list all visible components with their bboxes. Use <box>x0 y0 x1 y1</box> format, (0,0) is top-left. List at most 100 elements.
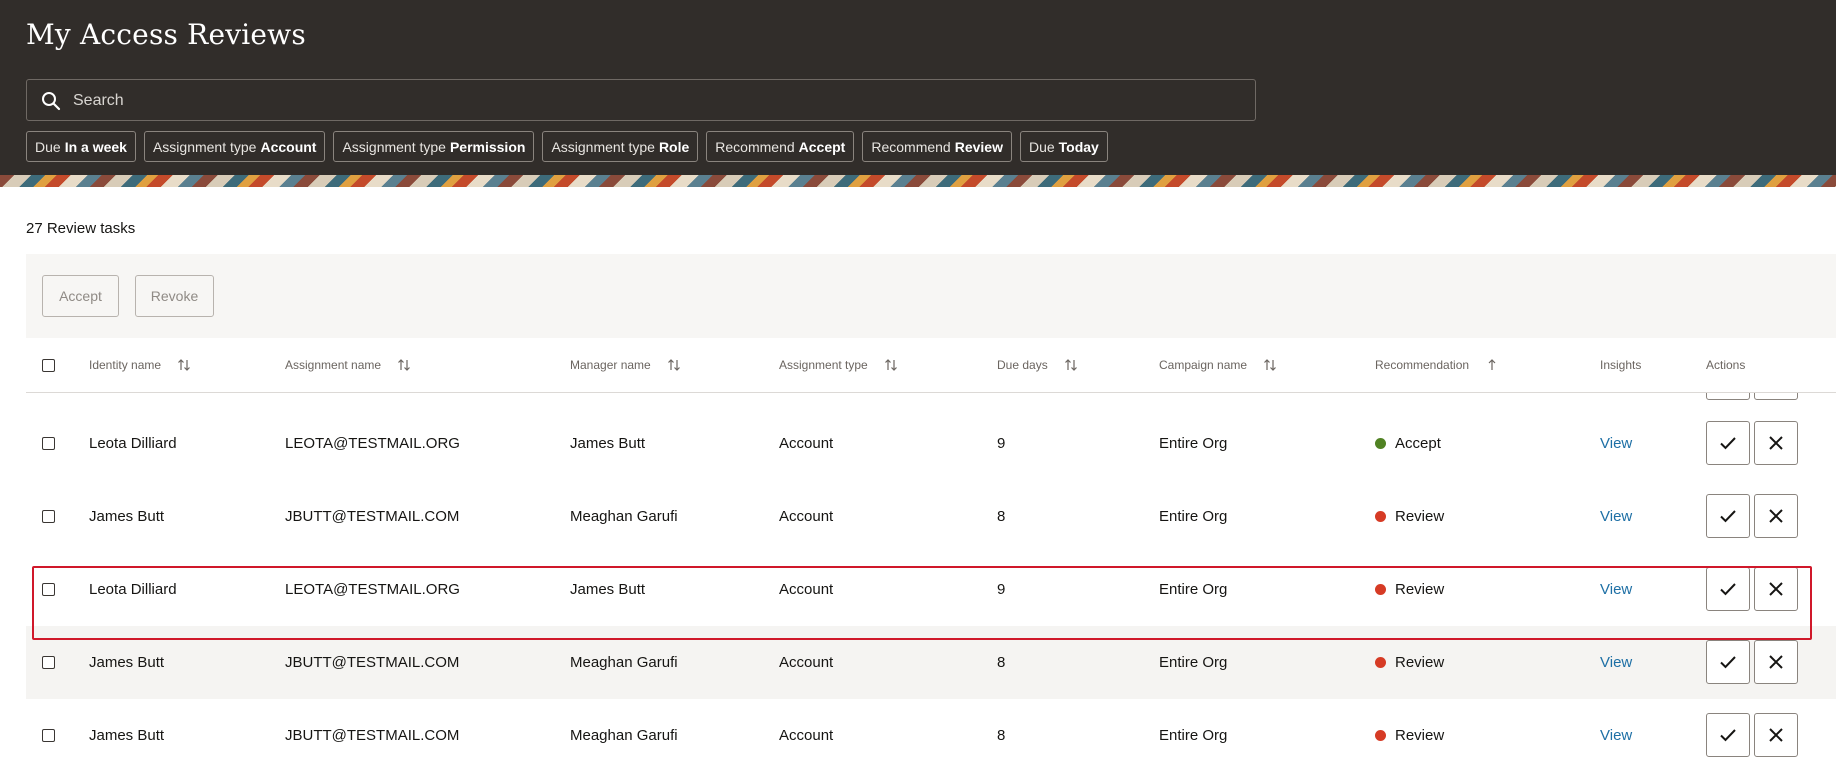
table-row[interactable]: James Butt JBUTT@TESTMAIL.COM Meaghan Ga… <box>26 626 1836 699</box>
insights-view-link[interactable]: View <box>1600 407 1632 480</box>
sort-icon[interactable] <box>1263 358 1277 372</box>
column-header-recommendation[interactable]: Recommendation <box>1375 338 1499 392</box>
table-row[interactable]: Leota Dilliard LEOTA@TESTMAIL.ORG James … <box>26 407 1836 480</box>
table-row-highlighted[interactable]: Leota Dilliard LEOTA@TESTMAIL.ORG James … <box>26 553 1836 626</box>
chip-value: Review <box>954 138 1003 155</box>
row-checkbox[interactable] <box>42 656 55 669</box>
table-header: Identity name Assignment name Manager na… <box>26 338 1836 393</box>
status-dot-review <box>1375 511 1386 522</box>
status-dot-accept <box>1375 438 1386 449</box>
sort-ascending-icon[interactable] <box>1485 358 1499 372</box>
table-row-partial <box>26 392 1836 407</box>
bulk-accept-button[interactable]: Accept <box>42 275 119 317</box>
row-revoke-button[interactable] <box>1754 713 1798 757</box>
chip-value: Today <box>1058 138 1099 155</box>
chip-prefix: Due <box>35 138 61 155</box>
status-dot-review <box>1375 657 1386 668</box>
insights-view-link[interactable]: View <box>1600 699 1632 772</box>
close-icon <box>1769 728 1783 742</box>
column-header-identity[interactable]: Identity name <box>89 338 191 392</box>
row-accept-button[interactable] <box>1706 421 1750 465</box>
column-label: Actions <box>1706 358 1746 372</box>
checkmark-icon <box>1720 729 1736 742</box>
page-header: My Access Reviews Due In a week Assignme… <box>0 0 1836 175</box>
status-dot-review <box>1375 584 1386 595</box>
assignment-name: LEOTA@TESTMAIL.ORG <box>285 581 460 598</box>
recommendation: Review <box>1375 699 1444 772</box>
close-icon <box>1769 582 1783 596</box>
row-revoke-button[interactable] <box>1754 494 1798 538</box>
insights-view-link[interactable]: View <box>1600 480 1632 553</box>
table-row[interactable]: James Butt JBUTT@TESTMAIL.COM Meaghan Ga… <box>26 699 1836 772</box>
filter-chip-recommend-review[interactable]: Recommend Review <box>862 131 1012 162</box>
sort-icon[interactable] <box>397 358 411 372</box>
column-header-due-days[interactable]: Due days <box>997 338 1078 392</box>
filter-chip-type-account[interactable]: Assignment type Account <box>143 131 326 162</box>
checkmark-icon <box>1720 437 1736 450</box>
row-checkbox[interactable] <box>42 583 55 596</box>
search-box[interactable] <box>26 79 1256 122</box>
row-accept-button[interactable] <box>1706 640 1750 684</box>
insights-view-link[interactable]: View <box>1600 553 1632 626</box>
filter-chip-type-permission[interactable]: Assignment type Permission <box>333 131 535 162</box>
recommendation-label: Review <box>1395 654 1445 671</box>
row-checkbox[interactable] <box>42 437 55 450</box>
identity-name: Leota Dilliard <box>89 435 177 452</box>
chip-value: In a week <box>64 138 127 155</box>
row-revoke-button[interactable] <box>1754 392 1798 400</box>
row-revoke-button[interactable] <box>1754 421 1798 465</box>
row-accept-button[interactable] <box>1706 567 1750 611</box>
row-checkbox[interactable] <box>42 510 55 523</box>
row-revoke-button[interactable] <box>1754 640 1798 684</box>
manager-name: Meaghan Garufi <box>570 508 678 525</box>
bulk-revoke-button[interactable]: Revoke <box>135 275 214 317</box>
row-revoke-button[interactable] <box>1754 567 1798 611</box>
column-header-assignment[interactable]: Assignment name <box>285 338 411 392</box>
row-accept-button[interactable] <box>1706 392 1750 400</box>
due-days: 8 <box>997 508 1006 525</box>
row-select-cell <box>42 553 55 626</box>
filter-chip-type-role[interactable]: Assignment type Role <box>542 131 699 162</box>
column-header-assignment-type[interactable]: Assignment type <box>779 338 898 392</box>
row-select-cell <box>42 480 55 553</box>
sort-icon[interactable] <box>1064 358 1078 372</box>
row-accept-button[interactable] <box>1706 494 1750 538</box>
decorative-banner <box>0 175 1836 187</box>
column-label: Due days <box>997 358 1048 372</box>
assignment-type: Account <box>779 435 834 452</box>
row-select-cell <box>42 407 55 480</box>
campaign-name: Entire Org <box>1159 435 1228 452</box>
row-accept-button[interactable] <box>1706 713 1750 757</box>
select-all-checkbox[interactable] <box>42 358 55 372</box>
column-label: Manager name <box>570 358 651 372</box>
page-title: My Access Reviews <box>26 18 306 51</box>
column-header-actions: Actions <box>1706 338 1745 392</box>
chip-prefix: Assignment type <box>551 138 655 155</box>
filter-chip-due-today[interactable]: Due Today <box>1019 131 1108 162</box>
assignment-type: Account <box>779 727 834 744</box>
column-label: Campaign name <box>1159 358 1248 372</box>
status-dot-review <box>1375 730 1386 741</box>
recommendation-label: Accept <box>1395 435 1441 452</box>
campaign-name: Entire Org <box>1159 654 1228 671</box>
assignment-type: Account <box>779 508 834 525</box>
chip-value: Accept <box>798 138 846 155</box>
chip-prefix: Recommend <box>871 138 951 155</box>
sort-icon[interactable] <box>667 358 681 372</box>
filter-chips: Due In a week Assignment type Account As… <box>26 131 1108 162</box>
column-header-insights: Insights <box>1600 338 1641 392</box>
column-header-manager[interactable]: Manager name <box>570 338 681 392</box>
search-input[interactable] <box>71 80 1235 122</box>
insights-view-link[interactable]: View <box>1600 626 1632 699</box>
identity-name: James Butt <box>89 508 165 525</box>
assignment-name: JBUTT@TESTMAIL.COM <box>285 654 460 671</box>
recommendation-label: Review <box>1395 508 1445 525</box>
sort-icon[interactable] <box>884 358 898 372</box>
sort-icon[interactable] <box>177 358 191 372</box>
filter-chip-recommend-accept[interactable]: Recommend Accept <box>706 131 855 162</box>
filter-chip-due-in-a-week[interactable]: Due In a week <box>26 131 136 162</box>
column-header-campaign[interactable]: Campaign name <box>1159 338 1277 392</box>
manager-name: Meaghan Garufi <box>570 727 678 744</box>
table-row[interactable]: James Butt JBUTT@TESTMAIL.COM Meaghan Ga… <box>26 480 1836 553</box>
row-checkbox[interactable] <box>42 729 55 742</box>
